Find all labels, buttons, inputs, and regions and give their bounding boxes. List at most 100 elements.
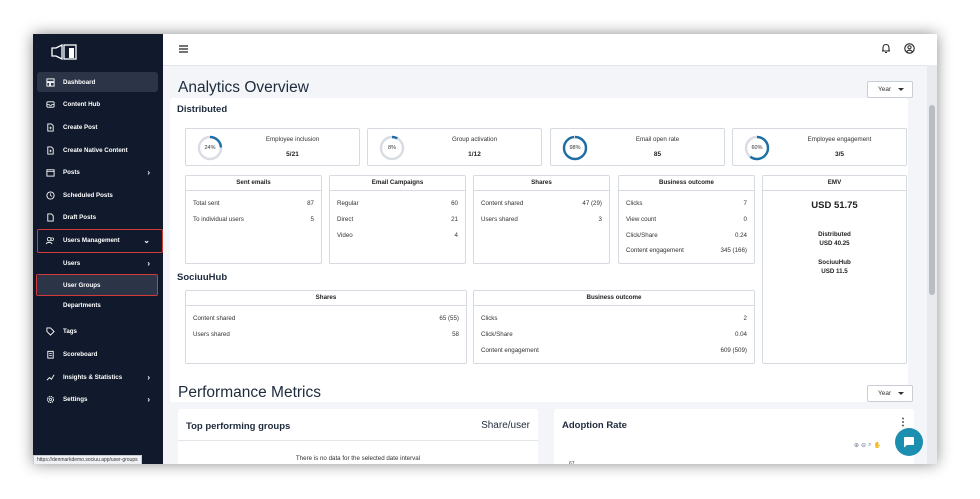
sidebar-item-settings[interactable]: Settings › — [37, 389, 158, 409]
stat-row: Users shared 3 — [481, 216, 602, 223]
stat-row: Content shared 47 (29) — [481, 200, 602, 207]
stat-value: 65 (55) — [439, 315, 459, 322]
stat-value: 5 — [310, 216, 314, 223]
sidebar-item-content-hub[interactable]: Content Hub — [37, 94, 158, 114]
add-document-icon — [45, 145, 55, 155]
more-options-icon[interactable]: ⋮ — [898, 417, 908, 428]
email-campaigns-card: Email Campaigns Regular 60 Direct 21 Video… — [329, 175, 466, 264]
stat-value: 58 — [452, 331, 459, 338]
sidebar-item-label: Tags — [63, 327, 77, 335]
sidebar: Dashboard Content Hub Create Post Create… — [33, 34, 163, 464]
card-title: Shares — [474, 176, 609, 191]
sidebar-item-tags[interactable]: Tags — [37, 321, 158, 341]
sidebar-item-label: Dashboard — [63, 78, 96, 86]
stat-value: 47 (29) — [582, 200, 602, 207]
stat-label: View count — [626, 216, 657, 223]
document-icon — [45, 212, 55, 222]
zoom-out-icon[interactable]: ⊖ — [861, 442, 866, 449]
sociuuhub-heading: SociuuHub — [177, 272, 228, 283]
stat-value: 345 (166) — [720, 247, 748, 254]
stat-value: 0.04 — [734, 331, 747, 338]
stat-row: Click/Share 0.24 — [626, 232, 747, 239]
year-select-value: Year — [878, 390, 892, 397]
inbox-icon — [45, 99, 55, 109]
sidebar-item-label: Users — [63, 259, 81, 267]
top-performing-groups-card: Top performing groups Share/user There i… — [178, 409, 538, 464]
stat-label: Clicks — [481, 315, 498, 322]
page-title: Analytics Overview — [178, 79, 309, 96]
chevron-right-icon: › — [147, 372, 150, 382]
search-icon[interactable]: ⌕ — [868, 442, 871, 449]
empty-state-message: There is no data for the selected date i… — [295, 455, 421, 462]
kpi-label: Email open rate — [635, 136, 680, 143]
chevron-right-icon: › — [147, 258, 150, 268]
chat-button[interactable] — [895, 428, 923, 456]
year-select[interactable]: Year — [867, 81, 913, 98]
stat-value: 2 — [743, 315, 747, 322]
card-title: Business outcome — [474, 291, 754, 306]
kpi-card-email-open-rate: 98% Email open rate 85 — [550, 128, 725, 166]
stat-row: Content engagement 609 (509) — [481, 347, 747, 354]
sidebar-item-departments[interactable]: Departments — [37, 295, 158, 315]
progress-percent: 24% — [204, 145, 216, 151]
emv-distributed-value: USD 40.25 — [819, 240, 850, 247]
scrollbar-thumb[interactable] — [929, 105, 935, 295]
caret-down-icon — [898, 88, 904, 91]
calendar-icon — [45, 167, 55, 177]
chevron-right-icon: › — [147, 167, 150, 177]
card-title: Adoption Rate — [562, 420, 627, 431]
emv-total: USD 51.75 — [811, 200, 858, 211]
app-window: Dashboard Content Hub Create Post Create… — [33, 34, 937, 464]
stat-label: Click/Share — [481, 331, 513, 338]
sidebar-item-create-post[interactable]: Create Post — [37, 117, 158, 137]
pan-icon[interactable]: ✋ — [873, 442, 880, 449]
stat-label: Clicks — [626, 200, 643, 207]
sidebar-item-posts[interactable]: Posts › — [37, 162, 158, 182]
sidebar-item-draft-posts[interactable]: Draft Posts — [37, 207, 158, 227]
clipboard-icon — [45, 349, 55, 359]
kpi-label: Group activation — [451, 136, 498, 143]
sidebar-item-scoreboard[interactable]: Scoreboard — [37, 344, 158, 364]
sidebar-item-scheduled-posts[interactable]: Scheduled Posts — [37, 185, 158, 205]
kpi-value: 5/21 — [286, 151, 299, 158]
kpi-value: 1/12 — [468, 151, 481, 158]
divider — [178, 440, 538, 441]
stat-value: 87 — [307, 200, 314, 207]
performance-metrics-title: Performance Metrics — [178, 384, 321, 401]
kpi-card-employee-engagement: 60% Employee engagement 3/5 — [732, 128, 907, 166]
sidebar-item-create-native-content[interactable]: Create Native Content — [37, 140, 158, 160]
sidebar-item-insights-statistics[interactable]: Insights & Statistics › — [37, 367, 158, 387]
card-title: Sent emails — [186, 176, 321, 191]
stat-label: Content shared — [481, 200, 524, 207]
user-account-icon[interactable] — [904, 43, 915, 54]
top-bar — [163, 34, 937, 66]
kpi-value: 85 — [653, 151, 662, 158]
bell-icon[interactable] — [881, 43, 891, 54]
zoom-in-icon[interactable]: ⊕ — [854, 442, 859, 449]
stat-label: Content engagement — [626, 247, 684, 254]
scrollbar[interactable] — [927, 65, 937, 464]
stat-value: 0 — [743, 216, 747, 223]
progress-ring: 8% — [378, 134, 406, 162]
highlight-users-management — [37, 229, 163, 253]
clock-icon — [45, 190, 55, 200]
progress-ring: 24% — [196, 134, 224, 162]
performance-year-select[interactable]: Year — [867, 385, 913, 402]
stat-row: Clicks 7 — [626, 200, 747, 207]
card-title: Shares — [186, 291, 466, 306]
card-title: Top performing groups — [186, 421, 291, 432]
progress-percent: 8% — [388, 145, 396, 151]
stat-row: Regular 60 — [337, 200, 458, 207]
dashboard-icon — [45, 77, 55, 87]
hamburger-menu-icon[interactable] — [179, 45, 188, 53]
kpi-label: Employee engagement — [807, 136, 872, 143]
sidebar-item-users[interactable]: Users › — [37, 253, 158, 273]
sociuu-logo[interactable] — [50, 44, 78, 60]
caret-down-icon — [898, 392, 904, 395]
stat-label: Direct — [337, 216, 354, 223]
sidebar-item-label: Create Post — [63, 123, 98, 131]
business-outcome-card: Business outcome Clicks 7 View count 0 Cli… — [618, 175, 755, 264]
emv-card: EMV USD 51.75 Distributed USD 40.25 Soci… — [762, 175, 907, 364]
sidebar-item-dashboard[interactable]: Dashboard — [37, 72, 158, 92]
y-axis-tick: 67 — [569, 461, 575, 464]
